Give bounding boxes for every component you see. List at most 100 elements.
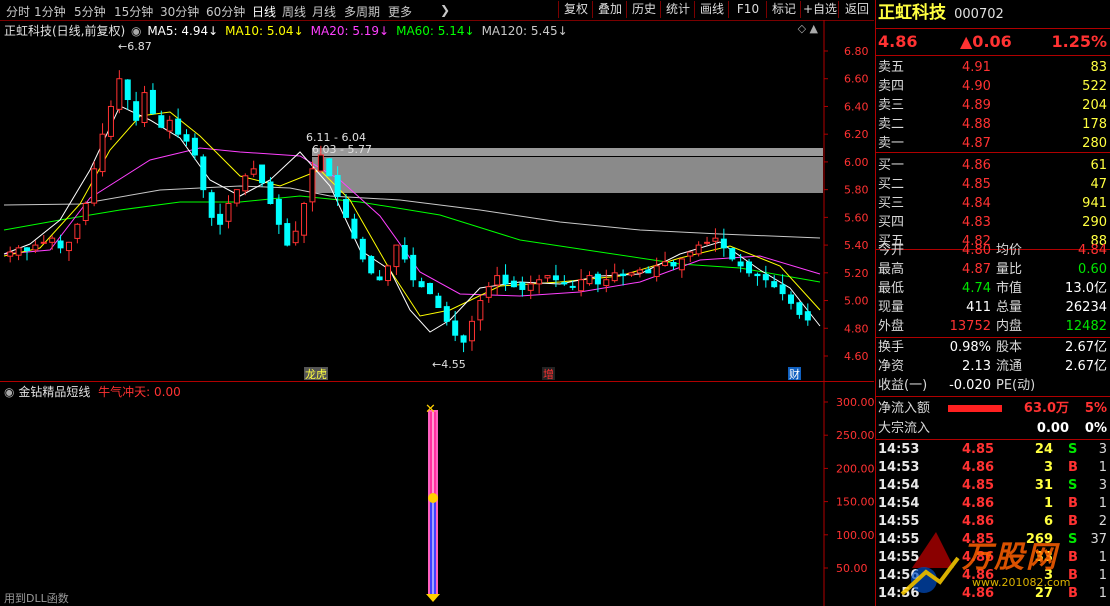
toolbar-button-2[interactable]: 历史 — [626, 1, 661, 18]
flow-pct: 5% — [1084, 401, 1107, 416]
tick-side: S — [1068, 478, 1078, 493]
stats-label: 市值 — [996, 281, 1023, 296]
toolbar-button-6[interactable]: 标记 — [766, 1, 801, 18]
signal-top-icon: ✕ — [425, 402, 436, 417]
divider — [876, 152, 1110, 153]
stats-value: 4.84 — [1078, 243, 1107, 258]
toolbar-button-7[interactable]: +自选 — [800, 1, 839, 18]
indicator-panel[interactable]: ◉ 金钻精品短线 牛气冲天: 0.00 300.00 250.00 200.00 15… — [0, 382, 874, 606]
flow-row: 净流入额 63.0万 5% — [878, 399, 1109, 419]
candle-body — [393, 244, 400, 268]
order-label: 卖一 — [878, 136, 905, 151]
stats-value: 2.67亿 — [1065, 359, 1107, 374]
period-tab-7[interactable]: 周线 — [282, 3, 306, 20]
period-tab-9[interactable]: 多周期 — [344, 3, 380, 20]
period-tab-10[interactable]: 更多 — [388, 3, 412, 20]
price-axis-label: 6.80 — [844, 45, 869, 58]
order-price: 4.85 — [962, 177, 991, 192]
toolbar-button-3[interactable]: 统计 — [660, 1, 695, 18]
bid-row[interactable]: 买四 4.83 290 — [878, 213, 1109, 232]
period-tab-2[interactable]: 5分钟 — [74, 3, 106, 20]
candle-body — [771, 281, 778, 288]
indicator-axis-label: 300.00 — [836, 396, 874, 409]
candle-body — [158, 115, 165, 128]
order-volume: 290 — [1082, 215, 1107, 230]
tick-count: 1 — [1098, 568, 1107, 583]
period-tab-4[interactable]: 30分钟 — [160, 3, 199, 20]
candle-body — [418, 281, 425, 288]
stats-label: PE(动) — [996, 378, 1036, 393]
tick-row[interactable]: 14:53 4.85 24 S 3 — [878, 441, 1109, 459]
period-tab-0[interactable]: 分时 — [6, 3, 30, 20]
candle-body — [653, 265, 660, 277]
candle-body — [183, 134, 190, 142]
candle-body — [527, 283, 534, 291]
candle-body — [712, 237, 719, 242]
ma10-line — [3, 111, 821, 317]
candle-body — [15, 247, 22, 256]
candle-body — [351, 218, 358, 239]
candle-body — [536, 279, 543, 285]
stats-label: 流通 — [996, 359, 1023, 374]
tick-row[interactable]: 14:54 4.86 1 B 1 — [878, 495, 1109, 513]
order-label: 卖五 — [878, 60, 905, 75]
period-tab-8[interactable]: 月线 — [312, 3, 336, 20]
candle-body — [292, 230, 299, 244]
stats-label: 净资 — [878, 359, 905, 374]
candle-body — [149, 89, 156, 114]
ask-row[interactable]: 卖三 4.89 204 — [878, 96, 1109, 115]
toolbar-button-1[interactable]: 叠加 — [592, 1, 627, 18]
tick-count: 2 — [1098, 514, 1107, 529]
toolbar-button-4[interactable]: 画线 — [694, 1, 729, 18]
tick-count: 3 — [1098, 442, 1107, 457]
ask-row[interactable]: 卖五 4.91 83 — [878, 58, 1109, 77]
candle-body — [620, 273, 627, 277]
stats-label: 现量 — [878, 300, 905, 315]
bid-row[interactable]: 买二 4.85 47 — [878, 175, 1109, 194]
indicator-axis-label: 100.00 — [836, 529, 874, 542]
indicator-chart[interactable]: 300.00 250.00 200.00 150.00 100.00 50.00 ✕ — [0, 382, 874, 606]
more-chevron-icon[interactable]: ❯ — [440, 3, 450, 17]
period-tab-3[interactable]: 15分钟 — [114, 3, 153, 20]
stats-value: 0.98% — [949, 340, 991, 355]
order-price: 4.89 — [962, 98, 991, 113]
tick-volume: 1 — [1043, 496, 1053, 511]
period-tab-1[interactable]: 1分钟 — [34, 3, 66, 20]
candle-body — [40, 241, 47, 244]
tick-row[interactable]: 14:53 4.86 3 B 1 — [878, 459, 1109, 477]
ask-row[interactable]: 卖四 4.90 522 — [878, 77, 1109, 96]
candle-body — [284, 223, 291, 246]
toolbar-button-0[interactable]: 复权 — [558, 1, 593, 18]
flow-value: 63.0万 — [1023, 401, 1069, 416]
candle-body — [343, 199, 350, 218]
candle-body — [133, 101, 140, 121]
ask-row[interactable]: 卖二 4.88 178 — [878, 115, 1109, 134]
price-axis-label: 4.80 — [844, 322, 869, 335]
period-tab-5[interactable]: 60分钟 — [206, 3, 245, 20]
candle-body — [594, 273, 601, 285]
kline-chart[interactable]: 6.80 6.60 6.40 6.20 6.00 5.80 5.60 5.40 5.20 5.00… — [0, 20, 874, 381]
toolbar-button-5[interactable]: F10 — [728, 1, 767, 18]
bid-row[interactable]: 买一 4.86 61 — [878, 156, 1109, 175]
bid-row[interactable]: 买三 4.84 941 — [878, 194, 1109, 213]
candle-body — [191, 137, 198, 156]
candle-body — [107, 105, 114, 137]
candle-body — [603, 279, 610, 287]
tick-side: B — [1068, 460, 1078, 475]
candle-body — [376, 276, 383, 281]
toolbar-button-8[interactable]: 返回 — [838, 1, 875, 18]
ask-row[interactable]: 卖一 4.87 280 — [878, 134, 1109, 153]
stats-label: 股本 — [996, 340, 1023, 355]
tick-count: 1 — [1098, 550, 1107, 565]
price-axis-label: 5.60 — [844, 211, 869, 224]
tick-side: S — [1068, 442, 1078, 457]
candle-body — [746, 261, 753, 274]
candle-body — [99, 133, 106, 173]
period-toolbar: 分时 1分钟 5分钟 15分钟 30分钟 60分钟 日线 周线 月线 多周期 更多 ❯ 复权 叠加 历史 统计… — [0, 0, 874, 21]
kline-panel[interactable]: 正虹科技(日线,前复权) ◉ MA5: 4.94↓ MA10: 5.04↓ MA20… — [0, 20, 874, 382]
period-tab-6[interactable]: 日线 — [252, 3, 276, 20]
candle-body — [49, 237, 56, 243]
tick-row[interactable]: 14:54 4.85 31 S 3 — [878, 477, 1109, 495]
stats-label: 今开 — [878, 243, 905, 258]
flow-bar — [948, 405, 1002, 412]
